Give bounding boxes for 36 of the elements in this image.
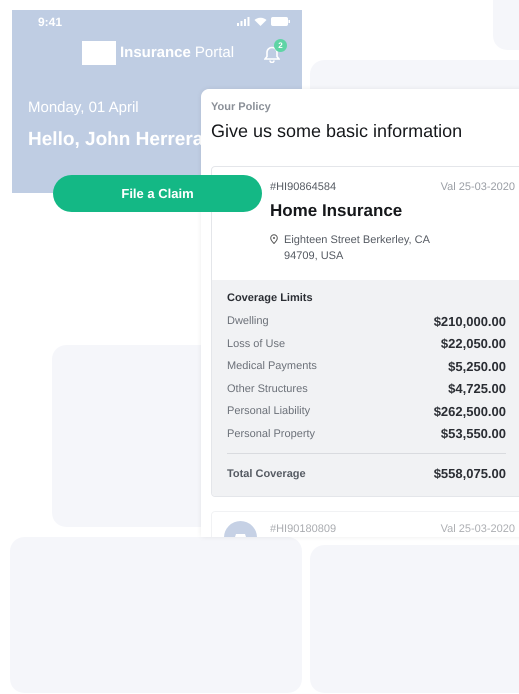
location-pin-icon [270, 234, 278, 244]
signal-icon [237, 17, 250, 26]
validity-date: Val 25-03-2020 [440, 180, 515, 194]
coverage-label: Personal Liability [227, 404, 310, 419]
coverage-label: Loss of Use [227, 336, 286, 352]
policy-title: Home Insurance [270, 200, 404, 222]
status-time: 9:41 [38, 14, 62, 30]
coverage-label: Medical Payments [227, 359, 317, 374]
policy-number: #HI90180809 [270, 522, 336, 536]
coverage-label: Other Structures [227, 382, 308, 396]
total-label: Total Coverage [227, 466, 306, 482]
total-amount: $558,075.00 [434, 465, 506, 483]
coverage-label: Personal Property [227, 426, 316, 442]
address-text: Eighteen Street Berkerley, CA 94709, USA [284, 232, 431, 264]
coverage-amount: $5,250.00 [448, 358, 506, 376]
file-claim-button[interactable]: File a Claim [53, 175, 262, 212]
greeting: Hello, John Herrera [28, 128, 204, 152]
panel-heading: Give us some basic information [211, 120, 464, 142]
coverage-amount: $53,550.00 [440, 425, 506, 443]
date-text: Monday, 01 April [28, 98, 139, 118]
coverage-title: Coverage Limits [227, 290, 314, 306]
coverage-amount: $262,500.00 [434, 402, 506, 420]
logo [82, 41, 116, 65]
coverage-amount: $22,050.00 [440, 335, 506, 353]
coverage-amount: $4,725.00 [448, 380, 506, 398]
coverage-amount: $210,000.00 [434, 312, 506, 330]
battery-icon [271, 17, 290, 26]
app-title: Insurance [120, 42, 191, 63]
eyebrow-text: Your Policy [211, 100, 272, 115]
coverage-label: Dwelling [227, 314, 269, 329]
wifi-icon [254, 17, 267, 26]
app-title: Portal [194, 42, 234, 63]
validity-date: Val 25-03-2020 [440, 522, 515, 536]
bell-icon[interactable] [264, 46, 280, 63]
notification-badge: 2 [274, 39, 287, 52]
policy-number: #HI90864584 [270, 180, 336, 194]
